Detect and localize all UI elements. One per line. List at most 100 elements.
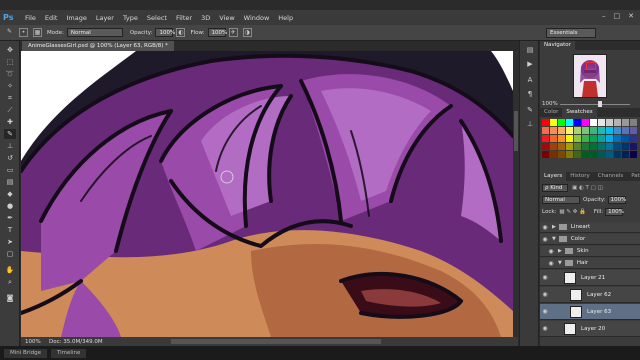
menu-help[interactable]: Help [278, 14, 293, 22]
layer-kind-filter[interactable]: ρ Kind [542, 184, 568, 192]
clone-stamp-tool-icon[interactable]: ⊥ [4, 141, 16, 151]
filter-icons[interactable]: ▣ ◐ T ▢ ◫ [572, 185, 603, 191]
layer-group-skin[interactable]: ◉ ▶ Skin [540, 246, 640, 257]
collapse-arrow-icon[interactable]: ▶ [552, 224, 556, 230]
color-swatch[interactable] [582, 143, 589, 150]
expand-arrow-icon[interactable]: ▼ [552, 236, 556, 242]
gradient-tool-icon[interactable]: ▤ [4, 177, 16, 187]
navigator-view-box[interactable] [586, 62, 596, 70]
visibility-eye-icon[interactable]: ◉ [546, 248, 556, 255]
crop-tool-icon[interactable]: ⌗ [4, 93, 16, 103]
airbrush-icon[interactable]: ✈ [228, 28, 238, 37]
maximize-button[interactable]: □ [614, 12, 621, 20]
vertical-scroll-thumb[interactable] [514, 111, 518, 151]
visibility-eye-icon[interactable]: ◉ [540, 325, 550, 332]
menu-edit[interactable]: Edit [45, 14, 58, 22]
path-select-tool-icon[interactable]: ➤ [4, 237, 16, 247]
tab-layers[interactable]: Layers [540, 172, 567, 181]
color-swatch[interactable] [590, 143, 597, 150]
visibility-eye-icon[interactable]: ◉ [540, 274, 550, 281]
shape-tool-icon[interactable]: ▢ [4, 249, 16, 259]
eyedropper-tool-icon[interactable]: ⟋ [4, 105, 16, 115]
expand-arrow-icon[interactable]: ▼ [558, 260, 562, 266]
history-brush-tool-icon[interactable]: ↺ [4, 153, 16, 163]
color-swatch[interactable] [582, 119, 589, 126]
opacity-field[interactable]: 100% [155, 28, 175, 37]
menu-filter[interactable]: Filter [176, 14, 192, 22]
menu-type[interactable]: Type [123, 14, 138, 22]
layer-group-color[interactable]: ◉ ▼ Color [540, 234, 640, 245]
quick-mask-icon[interactable]: ◙ [4, 293, 16, 303]
type-tool-icon[interactable]: T [4, 225, 16, 235]
tab-navigator[interactable]: Navigator [540, 41, 575, 50]
pen-tool-icon[interactable]: ✒ [4, 213, 16, 223]
color-swatch[interactable] [542, 127, 549, 134]
paragraph-panel-icon[interactable]: ¶ [524, 89, 536, 100]
color-swatch[interactable] [566, 143, 573, 150]
navigator-thumbnail[interactable] [573, 54, 607, 98]
color-swatch[interactable] [630, 127, 637, 134]
blend-mode-select[interactable]: Normal [542, 196, 580, 204]
color-swatch[interactable] [614, 127, 621, 134]
color-swatch[interactable] [598, 119, 605, 126]
brush-panel-icon[interactable]: ▦ [33, 28, 42, 37]
tab-channels[interactable]: Channels [594, 172, 627, 181]
color-swatch[interactable] [558, 135, 565, 142]
navigator-zoom-knob[interactable] [598, 101, 602, 107]
color-swatch[interactable] [622, 127, 629, 134]
canvas-horizontal-scrollbar[interactable] [171, 339, 381, 344]
menu-3d[interactable]: 3D [201, 14, 210, 22]
lock-icons[interactable]: ▦ ✎ ✥ 🔒 [559, 209, 586, 215]
color-swatch[interactable] [606, 135, 613, 142]
navigator-zoom-slider[interactable] [560, 104, 630, 105]
color-swatch[interactable] [630, 143, 637, 150]
visibility-eye-icon[interactable]: ◉ [540, 224, 550, 231]
tab-swatches[interactable]: Swatches [562, 108, 597, 117]
color-swatch[interactable] [606, 119, 613, 126]
menu-image[interactable]: Image [66, 14, 86, 22]
pressure-opacity-icon[interactable]: ◐ [176, 28, 186, 37]
color-swatch[interactable] [566, 127, 573, 134]
layer-group-hair[interactable]: ◉ ▼ Hair [540, 258, 640, 269]
color-swatch[interactable] [614, 135, 621, 142]
color-swatch[interactable] [574, 127, 581, 134]
color-swatch[interactable] [630, 119, 637, 126]
color-swatch[interactable] [598, 143, 605, 150]
color-swatch[interactable] [582, 151, 589, 158]
color-swatch[interactable] [542, 151, 549, 158]
color-swatch[interactable] [590, 135, 597, 142]
color-swatch[interactable] [558, 151, 565, 158]
color-swatch[interactable] [622, 151, 629, 158]
color-swatch[interactable] [622, 143, 629, 150]
brush-preset-icon[interactable]: • [19, 28, 28, 37]
layer-opacity-field[interactable]: 100% [607, 196, 626, 204]
color-swatch[interactable] [574, 119, 581, 126]
color-swatch[interactable] [574, 135, 581, 142]
color-swatch[interactable] [630, 151, 637, 158]
color-swatch[interactable] [614, 119, 621, 126]
layer-row[interactable]: ◉ Layer 21 [540, 270, 640, 286]
color-swatch[interactable] [550, 119, 557, 126]
mode-select[interactable]: Normal [66, 28, 123, 37]
history-panel-icon[interactable]: ▤ [524, 45, 536, 56]
color-swatch[interactable] [598, 127, 605, 134]
visibility-eye-icon[interactable]: ◉ [540, 236, 550, 243]
blur-tool-icon[interactable]: ◆ [4, 189, 16, 199]
color-swatch[interactable] [566, 135, 573, 142]
color-swatch[interactable] [558, 119, 565, 126]
pressure-size-icon[interactable]: ◑ [242, 28, 252, 37]
color-swatch[interactable] [542, 119, 549, 126]
color-swatch[interactable] [550, 143, 557, 150]
brush-tool-icon[interactable]: ✎ [4, 129, 16, 139]
brush-tool-icon[interactable]: ✎ [5, 28, 14, 37]
close-button[interactable]: ✕ [628, 12, 634, 20]
color-swatch[interactable] [574, 143, 581, 150]
navigator-zoom[interactable]: 100% [542, 101, 558, 107]
clone-source-panel-icon[interactable]: ⊥ [524, 119, 536, 130]
color-swatch[interactable] [550, 135, 557, 142]
marquee-tool-icon[interactable]: ⬚ [4, 57, 16, 67]
color-swatch[interactable] [558, 143, 565, 150]
color-swatch[interactable] [622, 119, 629, 126]
tab-color[interactable]: Color [540, 108, 562, 117]
canvas[interactable] [21, 51, 513, 337]
